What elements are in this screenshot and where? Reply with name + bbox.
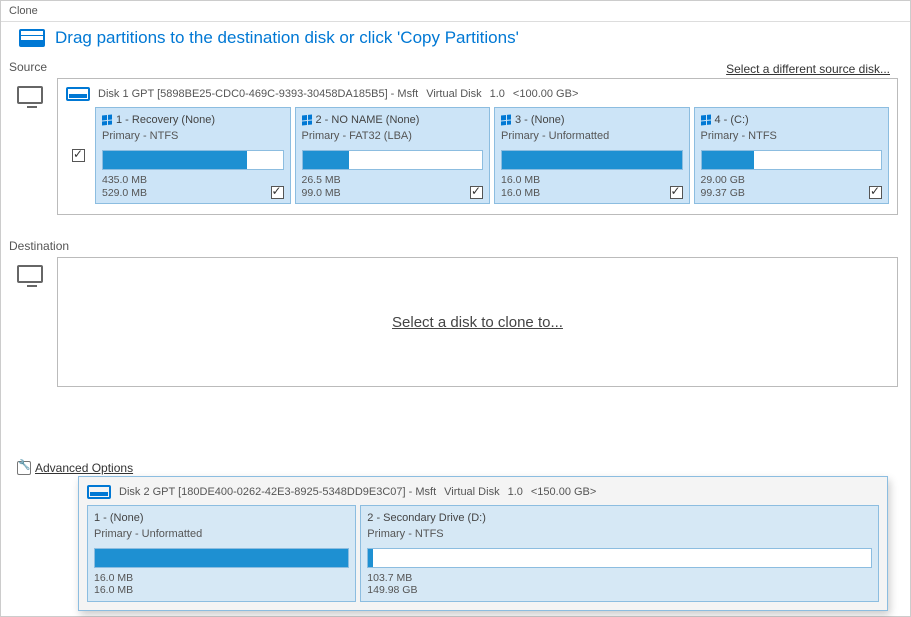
disk-capacity: <100.00 GB> [513, 88, 578, 100]
partition-2[interactable]: 2 - NO NAME (None) Primary - FAT32 (LBA)… [295, 107, 491, 204]
partition-1[interactable]: 1 - Recovery (None) Primary - NTFS 435.0… [95, 107, 291, 204]
partition-4[interactable]: 4 - (C:) Primary - NTFS 29.00 GB99.37 GB [694, 107, 890, 204]
partition-3[interactable]: 3 - (None) Primary - Unformatted 16.0 MB… [494, 107, 690, 204]
used-size: 16.0 MB [501, 174, 540, 187]
disk-type: Virtual Disk [426, 88, 481, 100]
partition-checkbox[interactable] [470, 186, 483, 199]
usage-bar [701, 150, 883, 170]
disk2-partition-2[interactable]: 2 - Secondary Drive (D:) Primary - NTFS … [360, 505, 879, 602]
disk-type: Virtual Disk [444, 486, 499, 498]
partition-checkbox[interactable] [670, 186, 683, 199]
total-size: 99.37 GB [701, 187, 745, 200]
disk-capacity: <150.00 GB> [531, 486, 596, 498]
select-all-checkbox[interactable] [72, 149, 85, 162]
wrench-icon [17, 461, 31, 475]
partition-sub: Primary - NTFS [102, 130, 284, 142]
total-size: 16.0 MB [94, 584, 349, 597]
partition-title: 1 - Recovery (None) [116, 114, 215, 126]
tab-clone[interactable]: Clone [1, 1, 910, 22]
windows-icon [302, 114, 312, 125]
used-size: 26.5 MB [302, 174, 341, 187]
drive-icon [19, 29, 45, 47]
header: Drag partitions to the destination disk … [1, 22, 910, 54]
monitor-icon [17, 265, 43, 283]
disk-name: Disk 1 GPT [5898BE25-CDC0-469C-9393-3045… [98, 88, 418, 100]
used-size: 435.0 MB [102, 174, 147, 187]
partition-title: 1 - (None) [94, 512, 144, 524]
used-size: 29.00 GB [701, 174, 745, 187]
instruction-text: Drag partitions to the destination disk … [55, 28, 519, 48]
total-size: 529.0 MB [102, 187, 147, 200]
disk-version: 1.0 [490, 88, 505, 100]
usage-bar [102, 150, 284, 170]
usage-bar [302, 150, 484, 170]
monitor-icon [17, 86, 43, 104]
usage-bar [94, 548, 349, 568]
disk-name: Disk 2 GPT [180DE400-0262-42E3-8925-5348… [119, 486, 436, 498]
destination-label: Destination [5, 237, 73, 255]
windows-icon [501, 114, 511, 125]
partition-sub: Primary - NTFS [367, 528, 872, 540]
total-size: 99.0 MB [302, 187, 341, 200]
used-size: 16.0 MB [94, 572, 349, 585]
windows-icon [701, 114, 711, 125]
disk-icon [66, 87, 90, 101]
source-partitions: 1 - Recovery (None) Primary - NTFS 435.0… [66, 107, 889, 204]
destination-panel[interactable]: Select a disk to clone to... [57, 257, 898, 387]
partition-sub: Primary - FAT32 (LBA) [302, 130, 484, 142]
partition-checkbox[interactable] [869, 186, 882, 199]
usage-bar [501, 150, 683, 170]
select-source-link[interactable]: Select a different source disk... [726, 58, 890, 76]
partition-sub: Primary - Unformatted [501, 130, 683, 142]
disk2-tooltip[interactable]: Disk 2 GPT [180DE400-0262-42E3-8925-5348… [78, 476, 888, 611]
partition-title: 3 - (None) [515, 114, 565, 126]
source-disk-panel: Disk 1 GPT [5898BE25-CDC0-469C-9393-3045… [57, 78, 898, 215]
partition-title: 4 - (C:) [715, 114, 749, 126]
advanced-options-link[interactable]: Advanced Options [35, 461, 133, 475]
used-size: 103.7 MB [367, 572, 872, 585]
disk-icon [87, 485, 111, 499]
partition-checkbox[interactable] [271, 186, 284, 199]
usage-bar [367, 548, 872, 568]
select-destination-link[interactable]: Select a disk to clone to... [392, 314, 563, 331]
windows-icon [102, 114, 112, 125]
source-label: Source [5, 58, 51, 76]
disk2-partition-1[interactable]: 1 - (None) Primary - Unformatted 16.0 MB… [87, 505, 356, 602]
partition-title: 2 - Secondary Drive (D:) [367, 512, 486, 524]
total-size: 149.98 GB [367, 584, 872, 597]
total-size: 16.0 MB [501, 187, 540, 200]
partition-title: 2 - NO NAME (None) [316, 114, 420, 126]
disk-version: 1.0 [508, 486, 523, 498]
partition-sub: Primary - NTFS [701, 130, 883, 142]
partition-sub: Primary - Unformatted [94, 528, 349, 540]
